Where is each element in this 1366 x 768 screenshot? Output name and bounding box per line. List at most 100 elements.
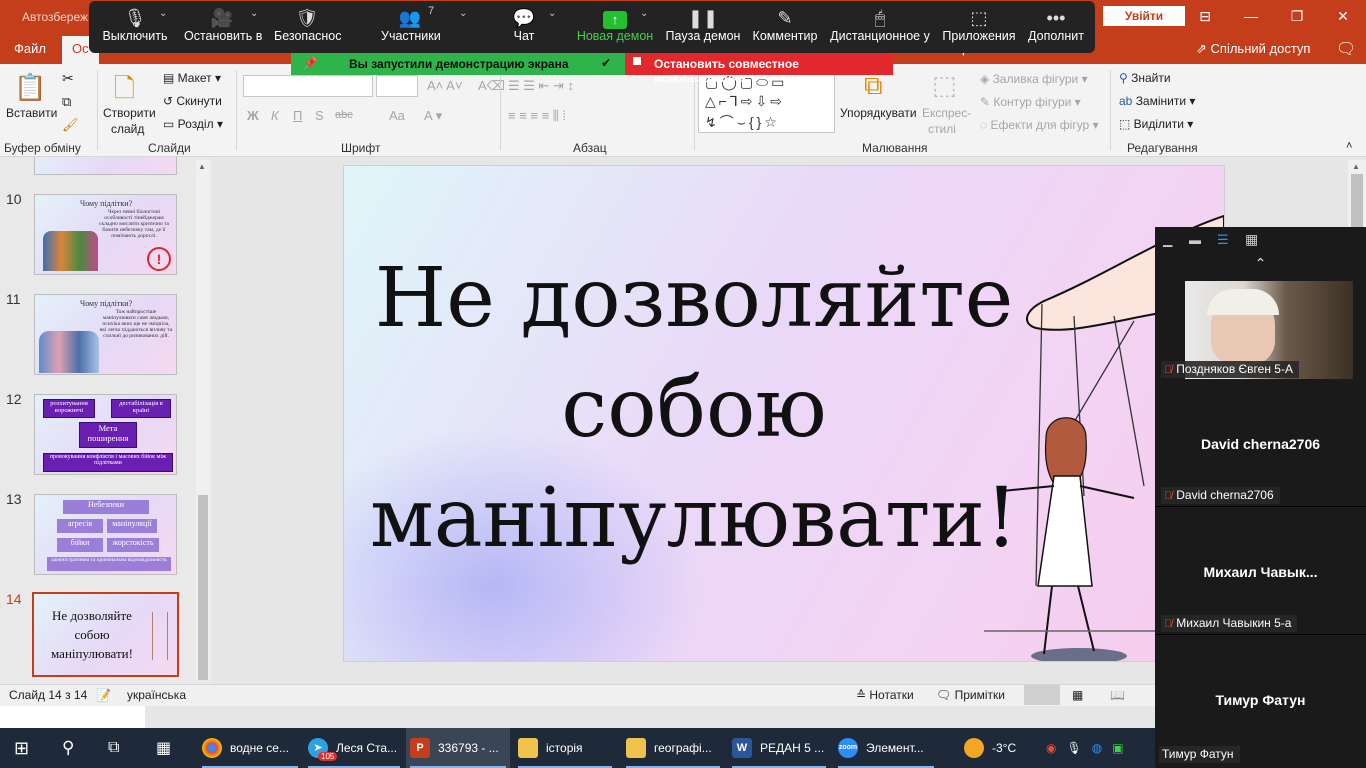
tab-file[interactable]: Файл: [14, 41, 46, 56]
slide-thumbnail-9[interactable]: [34, 157, 177, 175]
thumbnails-scrollbar[interactable]: ▲: [196, 160, 210, 680]
grow-font-icon[interactable]: A˄ A˅: [427, 78, 462, 93]
copy-icon[interactable]: ⧉: [62, 94, 71, 110]
language-indicator[interactable]: українська: [127, 688, 186, 702]
speaker-view-icon[interactable]: ☰: [1217, 232, 1229, 248]
clear-format-icon[interactable]: A⌫: [478, 78, 505, 94]
chevron-down-icon[interactable]: ⌄: [640, 8, 648, 19]
gallery-view-icon[interactable]: ▦: [1245, 231, 1258, 248]
calculator-icon[interactable]: ▦: [156, 728, 171, 768]
stop-share-button[interactable]: Остановить совместное использование: [625, 53, 893, 85]
select-button[interactable]: ⬚ Виділити ▾: [1119, 117, 1193, 131]
share-button[interactable]: ⇗ Спільний доступ: [1196, 41, 1310, 57]
scroll-up-icon[interactable]: ▲: [1352, 162, 1360, 171]
shape-effects-button[interactable]: ◌ Ефекти для фігур ▾: [980, 118, 1099, 132]
ribbon-display-icon[interactable]: ⊟: [1182, 0, 1228, 32]
taskbar-chrome[interactable]: водне се...: [198, 728, 302, 768]
taskbar-folder-history[interactable]: історія: [514, 728, 616, 768]
section-button[interactable]: ▭ Розділ ▾: [163, 117, 223, 131]
italic-button[interactable]: К: [271, 108, 279, 123]
weather-widget[interactable]: -3°C: [964, 728, 1016, 768]
spellcheck-icon[interactable]: 📝: [96, 688, 111, 702]
taskbar-word[interactable]: W РЕДАН 5 ...: [728, 728, 830, 768]
font-color-icon[interactable]: A ▾: [424, 108, 442, 124]
find-button[interactable]: ⚲ Знайти: [1119, 71, 1171, 85]
security-button[interactable]: 🛡 Безопаснос: [274, 1, 342, 53]
restore-icon[interactable]: ❐: [1274, 0, 1320, 32]
tray-icons[interactable]: ◉ 🎙 ◍ ▣: [1046, 728, 1124, 768]
participant-tile-4[interactable]: Тимур Фатун Тимур Фатун: [1155, 637, 1366, 768]
paste-button[interactable]: Вставити: [6, 106, 57, 120]
strike-button[interactable]: abc: [335, 109, 353, 121]
slide-thumbnail-12[interactable]: розхитування ворожнечі дестабілізація в …: [34, 394, 177, 475]
shape-fill-button[interactable]: ◈ Заливка фігури ▾: [980, 72, 1088, 86]
paste-icon[interactable]: 📋: [14, 72, 46, 103]
pin-icon[interactable]: 📌: [303, 56, 318, 70]
bullets-icon[interactable]: ☰ ☰ ⇤ ⇥ ↕: [508, 78, 574, 94]
quick-styles-button-line2[interactable]: стилі: [928, 122, 956, 136]
slide-title[interactable]: Не дозволяйте собою маніпулювати!: [364, 244, 1024, 574]
shadow-button[interactable]: S: [315, 108, 324, 123]
thumbnail-view-icon[interactable]: ▬: [1189, 233, 1201, 247]
replace-button[interactable]: ab Замінити ▾: [1119, 94, 1195, 108]
apps-button[interactable]: ⬚ Приложения: [942, 1, 1016, 53]
task-view-icon[interactable]: ⧉: [108, 728, 119, 768]
chevron-down-icon[interactable]: ⌄: [459, 8, 467, 19]
format-painter-icon[interactable]: 🖌: [62, 117, 79, 133]
close-icon[interactable]: ✕: [1320, 0, 1366, 32]
chat-button[interactable]: 💬 Чат: [509, 1, 539, 53]
chevron-down-icon[interactable]: ⌄: [250, 8, 258, 19]
underline-button[interactable]: П: [293, 108, 302, 123]
new-slide-button[interactable]: Створити: [103, 106, 156, 120]
cut-icon[interactable]: ✂: [62, 70, 74, 87]
normal-view-button[interactable]: [1024, 685, 1060, 705]
sharing-banner: 📌 Вы запустили демонстрацию экрана ✔: [291, 53, 625, 75]
slide-sorter-icon[interactable]: ▦: [1072, 688, 1083, 702]
participant-tile-3[interactable]: Михаил Чавык... 🎙̸ Михаил Чавыкин 5-а: [1155, 509, 1366, 635]
font-name-input[interactable]: [243, 75, 373, 97]
chevron-down-icon[interactable]: ⌄: [159, 8, 167, 19]
taskbar-powerpoint[interactable]: P 336793 - ...: [406, 728, 510, 768]
comments-button[interactable]: 🗨 Примітки: [936, 688, 1005, 702]
quick-styles-button[interactable]: Експрес-: [922, 106, 971, 120]
more-button[interactable]: ••• Дополнит: [1027, 1, 1085, 53]
slide-thumbnail-13[interactable]: Небезпеки агресія маніпуляції бійки жорс…: [34, 494, 177, 575]
layout-button[interactable]: ▤ Макет ▾: [163, 71, 221, 85]
chevron-up-icon[interactable]: ⌃: [1155, 255, 1366, 279]
search-icon[interactable]: ⚲: [62, 728, 74, 768]
new-slide-button-line2[interactable]: слайд: [111, 122, 144, 136]
change-case-button[interactable]: Aa: [389, 108, 405, 123]
taskbar-telegram[interactable]: ➤ Леся Ста... 105: [304, 728, 404, 768]
slide-thumbnail-11[interactable]: Чому підлітки? Тож найпростіше маніпулюв…: [34, 294, 177, 375]
arrange-button[interactable]: Упорядкувати: [840, 106, 917, 120]
chevron-down-icon[interactable]: ⌄: [548, 8, 556, 19]
font-size-input[interactable]: [376, 75, 418, 97]
align-icon[interactable]: ≡ ≡ ≡ ≡ ⫼ ⁞: [508, 108, 566, 124]
taskbar-folder-geography[interactable]: географі...: [622, 728, 724, 768]
powerpoint-icon: P: [410, 738, 430, 758]
minimize-icon[interactable]: —: [1228, 0, 1274, 32]
notes-button[interactable]: ≙ Нотатки: [856, 688, 914, 702]
scroll-up-icon[interactable]: ▲: [198, 162, 206, 171]
slide-thumbnail-14[interactable]: Не дозволяйте собою маніпулювати!: [32, 592, 179, 677]
windows-start-icon[interactable]: ⊞: [14, 728, 29, 768]
stop-video-button[interactable]: 🎥 Остановить в: [184, 1, 262, 53]
taskbar-zoom[interactable]: zoom Элемент...: [834, 728, 938, 768]
sign-in-button[interactable]: Увійти: [1103, 6, 1185, 26]
remote-control-button[interactable]: 🖱 Дистанционное у: [830, 1, 930, 53]
participant-tile-2[interactable]: David cherna2706 🎙̸ David cherna2706: [1155, 381, 1366, 507]
scrollbar-thumb[interactable]: [198, 495, 208, 680]
bold-button[interactable]: Ж: [247, 108, 259, 123]
reading-view-icon[interactable]: 📖: [1110, 688, 1125, 702]
slide-canvas[interactable]: Не дозволяйте собою маніпулювати!: [343, 165, 1225, 662]
collapse-ribbon-icon[interactable]: ˄: [1346, 140, 1352, 152]
annotate-button[interactable]: ✎ Комментир: [752, 1, 818, 53]
reset-button[interactable]: ↺ Скинути: [163, 94, 222, 108]
pause-share-button[interactable]: ❚❚ Пауза демон: [665, 1, 741, 53]
quick-styles-icon[interactable]: ⬚: [932, 70, 957, 101]
minimize-icon[interactable]: ▁: [1163, 233, 1172, 247]
comments-icon[interactable]: 🗨: [1336, 39, 1356, 59]
shape-outline-button[interactable]: ✎ Контур фігури ▾: [980, 95, 1081, 109]
slide-thumbnail-10[interactable]: Чому підлітки? Через певні біологічні ос…: [34, 194, 177, 275]
chat-icon: 💬: [512, 8, 536, 28]
